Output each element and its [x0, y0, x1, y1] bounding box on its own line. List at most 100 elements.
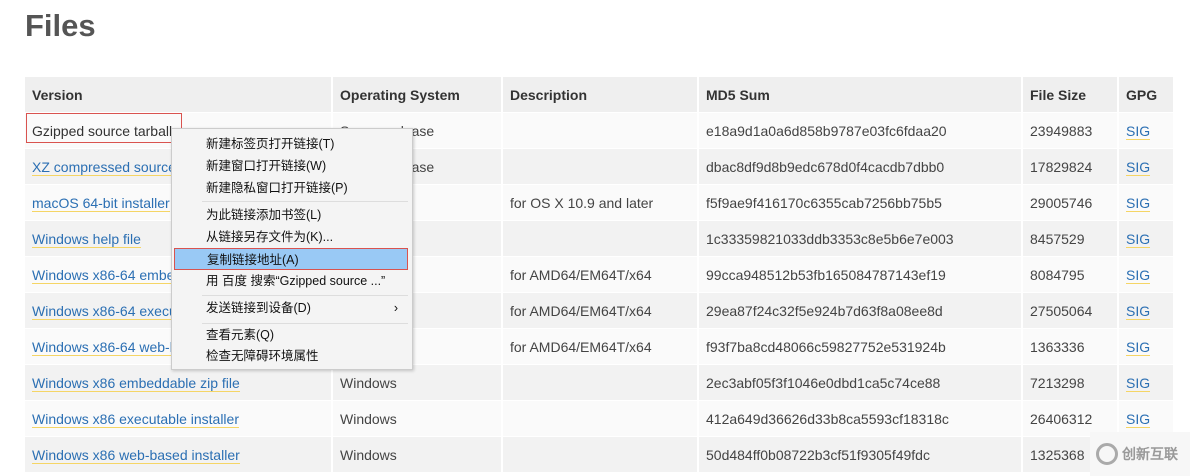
os-text: Windows: [340, 446, 397, 463]
md5-text: f93f7ba8cd48066c59827752e531924b: [706, 338, 946, 355]
table-row: Windows x86 web-based installer Windows 50…: [25, 437, 1173, 473]
cell-md5: 2ec3abf05f3f1046e0dbd1ca5c74ce88: [699, 365, 1021, 401]
cell-size: 8084795: [1023, 257, 1117, 293]
size-text: 1325368: [1030, 446, 1085, 463]
menu-open-new-tab[interactable]: 新建标签页打开链接(T): [174, 133, 408, 155]
col-description: Description: [503, 77, 697, 113]
cell-size: 8457529: [1023, 221, 1117, 257]
col-gpg: GPG: [1119, 77, 1173, 113]
desc-text: for AMD64/EM64T/x64: [510, 302, 652, 319]
md5-text: dbac8df9d8b9edc678d0f4cacdb7dbb0: [706, 158, 945, 175]
watermark: 创新互联: [1090, 432, 1190, 476]
menu-open-new-window[interactable]: 新建窗口打开链接(W): [174, 155, 408, 177]
size-text: 8457529: [1030, 230, 1085, 247]
desc-text: for OS X 10.9 and later: [510, 194, 654, 211]
sig-link[interactable]: SIG: [1126, 158, 1151, 176]
sig-link[interactable]: SIG: [1126, 266, 1151, 284]
menu-save-link-as[interactable]: 从链接另存文件为(K)...: [174, 226, 408, 248]
desc-text: for AMD64/EM64T/x64: [510, 266, 652, 283]
watermark-logo-icon: [1096, 443, 1118, 465]
sig-link[interactable]: SIG: [1126, 374, 1151, 392]
cell-md5: 1c33359821033ddb3353c8e5b6e7e003: [699, 221, 1021, 257]
cell-gpg: SIG: [1119, 149, 1173, 185]
sig-link[interactable]: SIG: [1126, 410, 1151, 428]
cell-version: Windows x86 web-based installer: [25, 437, 331, 473]
sig-link[interactable]: SIG: [1126, 194, 1151, 212]
cell-desc: for AMD64/EM64T/x64: [503, 257, 697, 293]
version-link[interactable]: macOS 64-bit installer: [32, 194, 170, 212]
md5-text: 1c33359821033ddb3353c8e5b6e7e003: [706, 230, 954, 247]
md5-text: e18a9d1a0a6d858b9787e03fc6fdaa20: [706, 122, 947, 139]
page-title: Files: [25, 8, 96, 43]
menu-bookmark-link[interactable]: 为此链接添加书签(L): [174, 204, 408, 226]
size-text: 29005746: [1030, 194, 1093, 211]
os-text: Windows: [340, 374, 397, 391]
cell-md5: 412a649d36626d33b8ca5593cf18318c: [699, 401, 1021, 437]
size-text: 7213298: [1030, 374, 1085, 391]
cell-gpg: SIG: [1119, 293, 1173, 329]
version-link[interactable]: Windows help file: [32, 230, 141, 248]
md5-text: 99cca948512b53fb165084787143ef19: [706, 266, 946, 283]
menu-open-private-window[interactable]: 新建隐私窗口打开链接(P): [174, 177, 408, 199]
cell-md5: 99cca948512b53fb165084787143ef19: [699, 257, 1021, 293]
cell-md5: e18a9d1a0a6d858b9787e03fc6fdaa20: [699, 113, 1021, 149]
cell-md5: 50d484ff0b08722b3cf51f9305f49fdc: [699, 437, 1021, 473]
cell-md5: 29ea87f24c32f5e924b7d63f8a08ee8d: [699, 293, 1021, 329]
menu-separator: [202, 201, 408, 202]
table-header: Version Operating System Description MD5…: [25, 77, 1173, 113]
menu-search-baidu[interactable]: 用 百度 搜索“Gzipped source ...”: [174, 270, 408, 292]
menu-send-label: 发送链接到设备(D): [206, 301, 311, 315]
cell-desc: [503, 437, 697, 473]
md5-text: 29ea87f24c32f5e924b7d63f8a08ee8d: [706, 302, 943, 319]
cell-desc: [503, 113, 697, 149]
cell-gpg: SIG: [1119, 221, 1173, 257]
cell-desc: [503, 149, 697, 185]
sig-link[interactable]: SIG: [1126, 338, 1151, 356]
col-file-size: File Size: [1023, 77, 1117, 113]
md5-text: 50d484ff0b08722b3cf51f9305f49fdc: [706, 446, 930, 463]
cell-os: Windows: [333, 437, 501, 473]
os-text: Windows: [340, 410, 397, 427]
selected-link-highlight: [26, 113, 182, 143]
version-link[interactable]: Windows x86 executable installer: [32, 410, 239, 428]
md5-text: 2ec3abf05f3f1046e0dbd1ca5c74ce88: [706, 374, 941, 391]
cell-size: 17829824: [1023, 149, 1117, 185]
cell-version: Windows x86 embeddable zip file: [25, 365, 331, 401]
table-row: Windows x86 embeddable zip file Windows 2e…: [25, 365, 1173, 401]
size-text: 27505064: [1030, 302, 1093, 319]
menu-send-to-device[interactable]: 发送链接到设备(D) ›: [174, 297, 408, 319]
version-link[interactable]: Windows x86 web-based installer: [32, 446, 240, 464]
cell-desc: for OS X 10.9 and later: [503, 185, 697, 221]
cell-gpg: SIG: [1119, 365, 1173, 401]
cell-md5: f93f7ba8cd48066c59827752e531924b: [699, 329, 1021, 365]
version-link[interactable]: Windows x86 embeddable zip file: [32, 374, 240, 392]
sig-link[interactable]: SIG: [1126, 122, 1151, 140]
menu-inspect-accessibility[interactable]: 检查无障碍环境属性: [174, 345, 408, 367]
size-text: 17829824: [1030, 158, 1093, 175]
cell-desc: [503, 221, 697, 257]
cell-os: Windows: [333, 365, 501, 401]
menu-copy-link[interactable]: 复制链接地址(A): [174, 248, 408, 270]
cell-size: 7213298: [1023, 365, 1117, 401]
sig-link[interactable]: SIG: [1126, 230, 1151, 248]
cell-desc: for AMD64/EM64T/x64: [503, 293, 697, 329]
cell-gpg: SIG: [1119, 257, 1173, 293]
cell-os: Windows: [333, 401, 501, 437]
menu-separator: [202, 295, 408, 296]
desc-text: for AMD64/EM64T/x64: [510, 338, 652, 355]
cell-size: 23949883: [1023, 113, 1117, 149]
sig-link[interactable]: SIG: [1126, 302, 1151, 320]
cell-gpg: SIG: [1119, 185, 1173, 221]
size-text: 8084795: [1030, 266, 1085, 283]
cell-version: Windows x86 executable installer: [25, 401, 331, 437]
cell-desc: for AMD64/EM64T/x64: [503, 329, 697, 365]
size-text: 1363336: [1030, 338, 1085, 355]
cell-md5: f5f9ae9f416170c6355cab7256bb75b5: [699, 185, 1021, 221]
size-text: 26406312: [1030, 410, 1093, 427]
watermark-text: 创新互联: [1122, 446, 1178, 462]
cell-size: 1363336: [1023, 329, 1117, 365]
menu-inspect-element[interactable]: 查看元素(Q): [174, 324, 408, 346]
size-text: 23949883: [1030, 122, 1093, 139]
cell-size: 27505064: [1023, 293, 1117, 329]
md5-text: 412a649d36626d33b8ca5593cf18318c: [706, 410, 949, 427]
